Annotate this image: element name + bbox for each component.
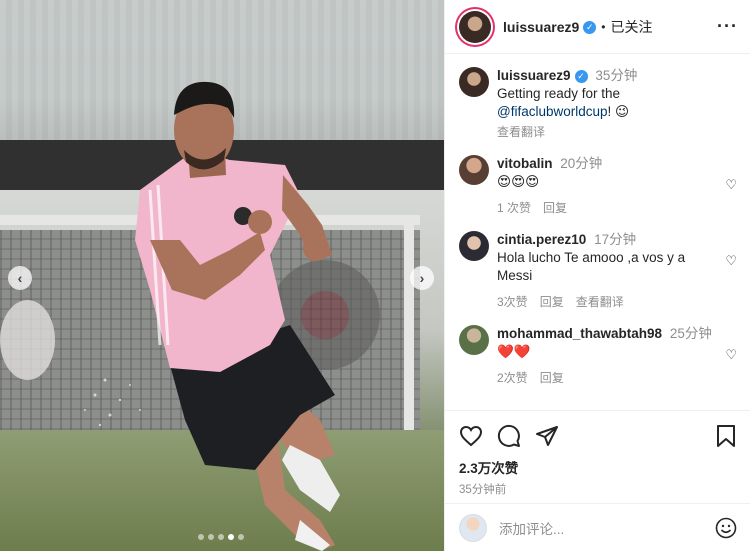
comment-item: vitobalin 20分钟 😍😍😍 1 次赞 回复 ♡ <box>459 155 737 217</box>
comment-composer: 添加评论... <box>445 503 750 551</box>
verified-badge-icon: ✓ <box>583 21 597 35</box>
comment-username[interactable]: mohammad_thawabtah98 <box>497 326 662 341</box>
comment-likes[interactable]: 2次赞 <box>497 369 528 387</box>
caption-username-text[interactable]: luissuarez9 <box>497 68 571 83</box>
more-options-icon[interactable]: ··· <box>717 16 738 37</box>
caption-text-end: ! 😉 <box>607 104 630 119</box>
bookmark-icon[interactable] <box>715 424 737 448</box>
commenter-avatar[interactable] <box>459 231 489 261</box>
posted-time: 35分钟前 <box>459 484 507 496</box>
comment-item: mohammad_thawabtah98 25分钟 ❤️❤️ 2次赞 回复 ♡ <box>459 325 737 387</box>
comment-input[interactable]: 添加评论... <box>499 518 715 538</box>
commenter-avatar[interactable] <box>459 155 489 185</box>
comment-like-heart-icon[interactable]: ♡ <box>725 253 737 269</box>
comment-item: cintia.perez10 17分钟 Hola lucho Te amooo … <box>459 231 737 311</box>
comment-time: 25分钟 <box>669 326 712 341</box>
current-user-avatar <box>459 513 487 542</box>
player-figure <box>84 81 340 551</box>
carousel-dots <box>198 534 244 540</box>
like-heart-icon[interactable] <box>459 424 483 448</box>
author-username[interactable]: luissuarez9 ✓ <box>503 19 597 35</box>
carousel-prev-button[interactable]: ‹ <box>8 266 32 290</box>
comment-text: ❤️❤️ <box>497 344 531 359</box>
caption-body: luissuarez9 ✓ 35分钟 Getting ready for the … <box>497 67 737 141</box>
emoji-icon[interactable] <box>715 517 737 539</box>
post-sidebar: luissuarez9 ✓ • 已关注 ··· luissuarez9 ✓ 35分钟… <box>444 0 750 551</box>
caption-translate-link[interactable]: 查看翻译 <box>497 123 713 141</box>
post-header: luissuarez9 ✓ • 已关注 ··· <box>445 0 750 54</box>
comment-bubble-icon[interactable] <box>497 424 521 448</box>
comments-list[interactable]: luissuarez9 ✓ 35分钟 Getting ready for the … <box>445 55 750 410</box>
comment-body: mohammad_thawabtah98 25分钟 ❤️❤️ 2次赞 回复 <box>497 325 737 387</box>
comment-like-heart-icon[interactable]: ♡ <box>725 177 737 193</box>
caption-avatar[interactable] <box>459 67 489 97</box>
carousel-dot-active[interactable] <box>228 534 234 540</box>
caption-item: luissuarez9 ✓ 35分钟 Getting ready for the … <box>459 67 737 141</box>
comment-reply-button[interactable]: 回复 <box>540 293 564 311</box>
comment-reply-button[interactable]: 回复 <box>543 199 567 217</box>
caption-text: Getting ready for the <box>497 86 621 101</box>
comment-likes[interactable]: 3次赞 <box>497 293 528 311</box>
caption-mention-link[interactable]: @fifaclubworldcup <box>497 104 608 119</box>
comment-likes[interactable]: 1 次赞 <box>497 199 531 217</box>
like-count[interactable]: 2.3万次赞 <box>459 457 737 477</box>
comment-username[interactable]: vitobalin <box>497 156 553 171</box>
comment-reply-button[interactable]: 回复 <box>540 369 564 387</box>
share-paper-plane-icon[interactable] <box>535 424 559 448</box>
comment-text: Hola lucho Te amooo ,a vos y a Messi <box>497 250 686 283</box>
comment-body: vitobalin 20分钟 😍😍😍 1 次赞 回复 <box>497 155 737 217</box>
post-actions: 2.3万次赞 35分钟前 <box>445 410 750 497</box>
author-avatar[interactable] <box>459 10 491 43</box>
comment-body: cintia.perez10 17分钟 Hola lucho Te amooo … <box>497 231 737 311</box>
carousel-dot[interactable] <box>238 534 244 540</box>
caption-time: 35分钟 <box>595 68 638 83</box>
comment-like-heart-icon[interactable]: ♡ <box>725 347 737 363</box>
carousel-dot[interactable] <box>218 534 224 540</box>
verified-badge-icon: ✓ <box>574 69 588 83</box>
comment-translate-link[interactable]: 查看翻译 <box>576 293 624 311</box>
comment-meta: 1 次赞 回复 <box>497 199 713 217</box>
carousel-dot[interactable] <box>208 534 214 540</box>
comment-username[interactable]: cintia.perez10 <box>497 232 586 247</box>
comment-meta: 3次赞 回复 查看翻译 <box>497 293 713 311</box>
commenter-avatar[interactable] <box>459 325 489 355</box>
post-photo: ‹ › <box>0 0 444 551</box>
header-separator: • <box>601 19 606 34</box>
carousel-dot[interactable] <box>198 534 204 540</box>
carousel-next-button[interactable]: › <box>410 266 434 290</box>
comment-text: 😍😍😍 <box>497 174 540 189</box>
author-username-text[interactable]: luissuarez9 <box>503 19 579 35</box>
action-icons-row <box>459 423 737 449</box>
comment-time: 20分钟 <box>560 156 603 171</box>
comment-meta: 2次赞 回复 <box>497 369 713 387</box>
comment-time: 17分钟 <box>594 232 637 247</box>
caption-username[interactable]: luissuarez9 ✓ <box>497 68 588 83</box>
following-button[interactable]: 已关注 <box>610 17 652 37</box>
